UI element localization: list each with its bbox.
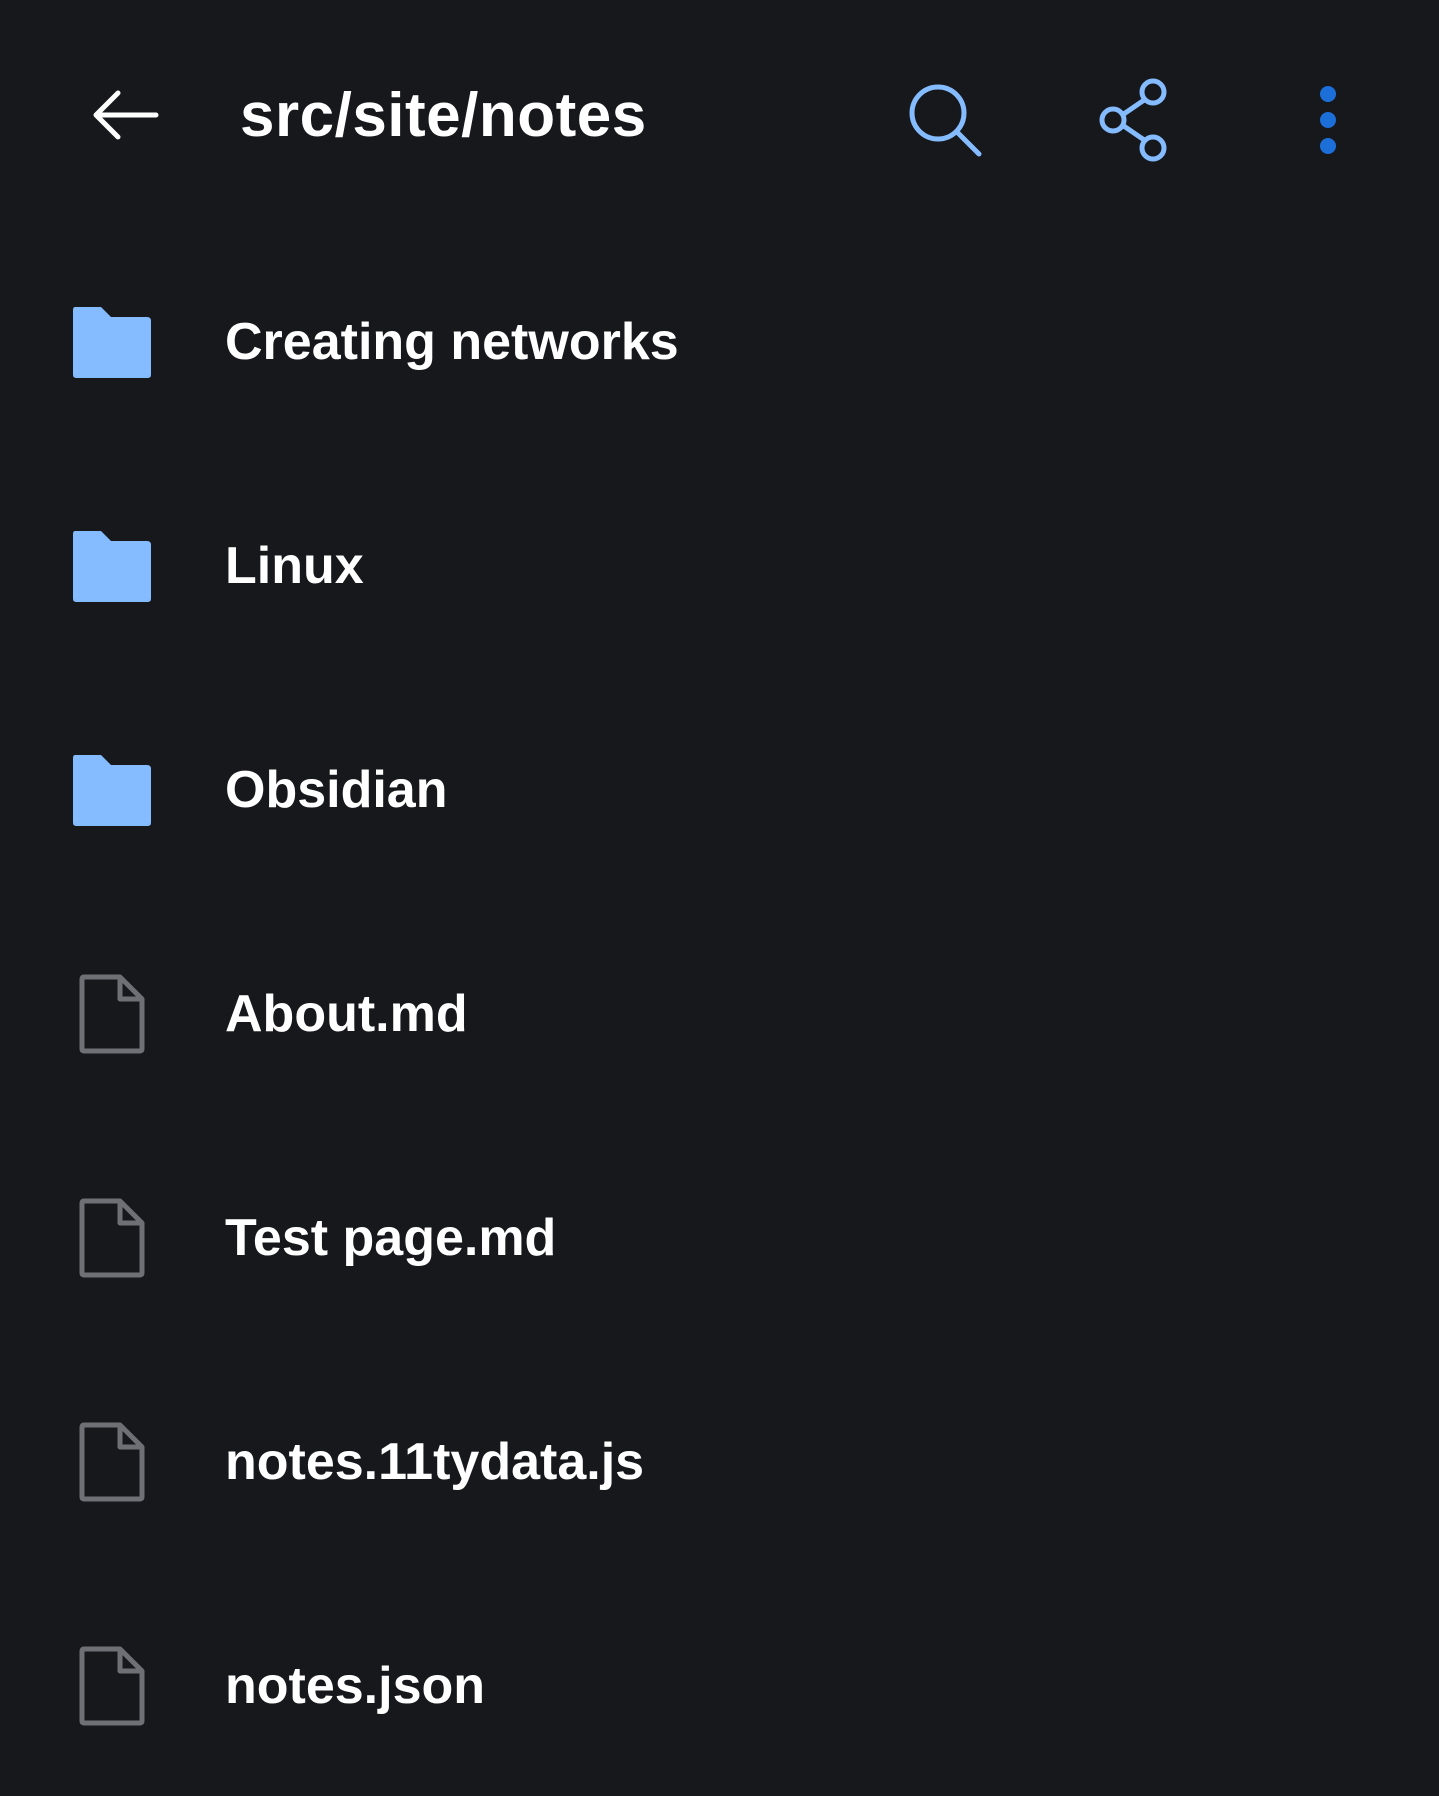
list-item-folder[interactable]: Linux: [0, 452, 1439, 676]
folder-icon: [64, 300, 160, 384]
file-icon: [64, 1420, 160, 1504]
search-button[interactable]: [895, 70, 995, 170]
list-item-file[interactable]: notes.11tydata.js: [0, 1348, 1439, 1572]
list-item-folder[interactable]: Creating networks: [0, 228, 1439, 452]
share-icon: [1099, 78, 1167, 162]
item-name: About.md: [225, 985, 468, 1043]
item-name: Linux: [225, 537, 364, 595]
search-icon: [909, 84, 982, 157]
item-name: Creating networks: [225, 313, 679, 371]
item-name: Test page.md: [225, 1209, 557, 1267]
item-name: notes.11tydata.js: [225, 1433, 645, 1491]
share-button[interactable]: [1085, 70, 1185, 170]
list-item-file[interactable]: notes.json: [0, 1572, 1439, 1796]
list-item-folder[interactable]: Obsidian: [0, 676, 1439, 900]
back-button[interactable]: [80, 70, 170, 160]
app-bar: src/site/notes: [0, 0, 1439, 230]
item-name: notes.json: [225, 1657, 486, 1715]
arrow-left-icon: [93, 90, 159, 140]
more-options-button[interactable]: [1290, 70, 1366, 170]
file-icon: [64, 1644, 160, 1728]
folder-icon: [64, 524, 160, 608]
list-item-file[interactable]: Test page.md: [0, 1124, 1439, 1348]
file-icon: [64, 972, 160, 1056]
file-list: Creating networks Linux Obsidian About.m…: [0, 228, 1439, 1796]
file-icon: [64, 1196, 160, 1280]
item-name: Obsidian: [225, 761, 448, 819]
folder-icon: [64, 748, 160, 832]
list-item-file[interactable]: About.md: [0, 900, 1439, 1124]
current-path-title: src/site/notes: [240, 81, 647, 150]
more-vertical-icon: [1320, 86, 1336, 154]
